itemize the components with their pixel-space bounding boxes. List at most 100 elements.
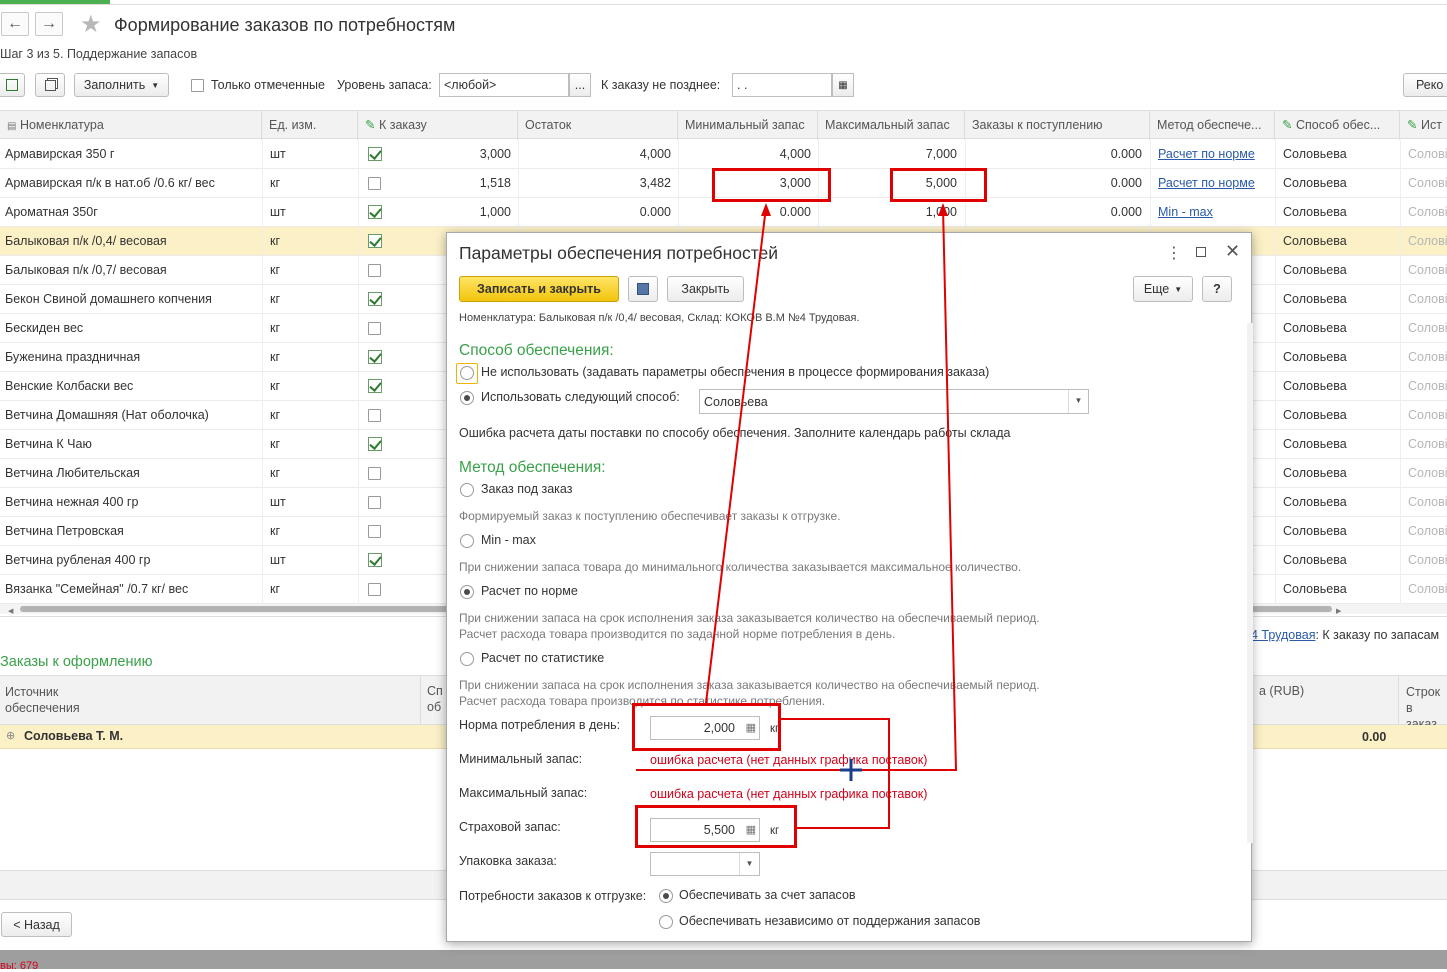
fill-button[interactable]: Заполнить ▼: [74, 73, 169, 97]
order-before-value: . .: [737, 78, 748, 92]
method-stat-radio[interactable]: [460, 652, 474, 666]
cell-way[interactable]: Соловьева: [1283, 575, 1393, 604]
row-checkbox-checked[interactable]: [368, 147, 382, 161]
cell-way[interactable]: Соловьева: [1283, 169, 1393, 198]
row-checkbox[interactable]: [368, 264, 381, 277]
row-checkbox-checked[interactable]: [368, 437, 382, 451]
cell-nomenclature: Балыковая п/к /0,7/ весовая: [5, 263, 167, 277]
cell-method[interactable]: Min - max: [1158, 198, 1268, 227]
demand-from-stock-radio[interactable]: [659, 889, 673, 903]
col-min-stock[interactable]: Минимальный запас: [678, 111, 818, 140]
method-minmax-radio[interactable]: [460, 534, 474, 548]
cell-way[interactable]: Соловьева: [1283, 459, 1393, 488]
scroll-left-icon[interactable]: ◀: [8, 607, 13, 615]
row-checkbox-checked[interactable]: [368, 292, 382, 306]
cell-way[interactable]: Соловьева: [1283, 372, 1393, 401]
favorite-star-icon[interactable]: ★: [80, 10, 102, 39]
cell-method[interactable]: Расчет по норме: [1158, 140, 1268, 169]
cell-way[interactable]: Соловьева: [1283, 401, 1393, 430]
only-marked-checkbox[interactable]: [191, 79, 204, 92]
cell-way[interactable]: Соловьева: [1283, 314, 1393, 343]
cell-way[interactable]: Соловьева: [1283, 546, 1393, 575]
cell-to-order[interactable]: 1,518: [390, 169, 511, 198]
orders-col-sum[interactable]: а (RUB): [1259, 684, 1304, 698]
close-button[interactable]: Закрыть: [667, 276, 744, 302]
save-and-close-button[interactable]: Записать и закрыть: [459, 276, 619, 302]
cell-way[interactable]: Соловьева: [1283, 285, 1393, 314]
table-row[interactable]: Ароматная 350г шт 1,000 0.000 0.000 1,000 0.00…: [0, 198, 1447, 227]
row-checkbox[interactable]: [368, 467, 381, 480]
back-button[interactable]: < Назад: [1, 912, 72, 937]
cell-way[interactable]: Соловьева: [1283, 517, 1393, 546]
scroll-right-icon[interactable]: ▶: [1336, 607, 1341, 615]
orders-col-sp[interactable]: Сп: [427, 684, 443, 698]
col-unit[interactable]: Ед. изм.: [262, 111, 358, 140]
cell-way[interactable]: Соловьева: [1283, 140, 1393, 169]
row-checkbox-checked[interactable]: [368, 553, 382, 567]
method-norm-radio[interactable]: [460, 585, 474, 599]
stock-level-input[interactable]: <любой>: [439, 73, 569, 97]
recommend-button[interactable]: Реко: [1403, 73, 1447, 97]
cell-way[interactable]: Соловьева: [1283, 488, 1393, 517]
table-row[interactable]: Армавирская 350 г шт 3,000 4,000 4,000 7,000 0…: [0, 140, 1447, 169]
supply-method-title: Метод обеспечения:: [459, 459, 606, 476]
orders-col-source[interactable]: Источник обеспечения: [5, 684, 80, 716]
cell-rest: 3,482: [639, 176, 671, 190]
col-nomenclature[interactable]: ▤ Номенклатура: [0, 111, 262, 140]
method-order-radio[interactable]: [460, 483, 474, 497]
check-all-button[interactable]: [0, 73, 25, 97]
order-before-input[interactable]: . .: [732, 73, 832, 97]
stock-level-select-button[interactable]: ...: [569, 73, 591, 97]
expand-icon[interactable]: ⊕: [6, 729, 15, 742]
cell-way[interactable]: Соловьева: [1283, 198, 1393, 227]
col-source[interactable]: ✎ Ист: [1400, 111, 1447, 140]
cell-method[interactable]: Расчет по норме: [1158, 169, 1268, 198]
cell-to-order[interactable]: 3,000: [390, 140, 511, 169]
supply-way-select[interactable]: Соловьева ▼: [699, 389, 1089, 414]
dropdown-arrow-icon[interactable]: ▼: [1068, 390, 1088, 413]
recommend-label: Реко: [1416, 78, 1444, 92]
cell-way[interactable]: Соловьева: [1283, 256, 1393, 285]
col-rest[interactable]: Остаток: [518, 111, 678, 140]
cell-way[interactable]: Соловьева: [1283, 343, 1393, 372]
dialog-scrollbar[interactable]: [1247, 323, 1253, 843]
row-checkbox-checked[interactable]: [368, 234, 382, 248]
save-button[interactable]: [628, 276, 658, 302]
dialog-maximize-icon[interactable]: [1196, 247, 1206, 257]
col-to-order[interactable]: ✎ К заказу: [358, 111, 518, 140]
row-checkbox-checked[interactable]: [368, 205, 382, 219]
cell-source: Солові: [1408, 524, 1447, 538]
method-stat-label: Расчет по статистике: [481, 651, 605, 665]
row-checkbox-checked[interactable]: [368, 379, 382, 393]
row-checkbox-checked[interactable]: [368, 350, 382, 364]
more-button[interactable]: Еще ▼: [1133, 276, 1193, 302]
col-max-stock[interactable]: Максимальный запас: [818, 111, 965, 140]
copy-button[interactable]: [35, 73, 65, 97]
dialog-close-icon[interactable]: ✕: [1225, 241, 1240, 262]
page-title: Формирование заказов по потребностям: [114, 15, 456, 35]
demand-independent-radio[interactable]: [659, 915, 673, 929]
row-checkbox[interactable]: [368, 177, 381, 190]
col-incoming[interactable]: Заказы к поступлению: [965, 111, 1150, 140]
row-checkbox[interactable]: [368, 322, 381, 335]
orders-col-ob[interactable]: об: [427, 700, 441, 714]
col-way[interactable]: ✎ Способ обес...: [1275, 111, 1400, 140]
row-checkbox[interactable]: [368, 525, 381, 538]
forward-arrow-icon[interactable]: →: [35, 12, 63, 36]
way-use-radio[interactable]: [460, 391, 474, 405]
cell-way[interactable]: Соловьева: [1283, 430, 1393, 459]
row-checkbox[interactable]: [368, 496, 381, 509]
row-checkbox[interactable]: [368, 583, 381, 596]
dialog-menu-icon[interactable]: ⋮: [1166, 243, 1182, 263]
col-method[interactable]: Метод обеспече...: [1150, 111, 1275, 140]
cell-way[interactable]: Соловьева: [1283, 227, 1393, 256]
cell-to-order[interactable]: 1,000: [390, 198, 511, 227]
calendar-button[interactable]: ▦: [832, 73, 854, 97]
help-button[interactable]: ?: [1202, 276, 1232, 302]
way-not-use-radio[interactable]: [460, 366, 474, 380]
warehouse-link[interactable]: 4 Трудовая: [1251, 628, 1315, 642]
dropdown-arrow-icon[interactable]: ▼: [739, 853, 759, 875]
row-checkbox[interactable]: [368, 409, 381, 422]
package-select[interactable]: ▼: [650, 852, 760, 876]
back-arrow-icon[interactable]: ←: [1, 12, 29, 36]
